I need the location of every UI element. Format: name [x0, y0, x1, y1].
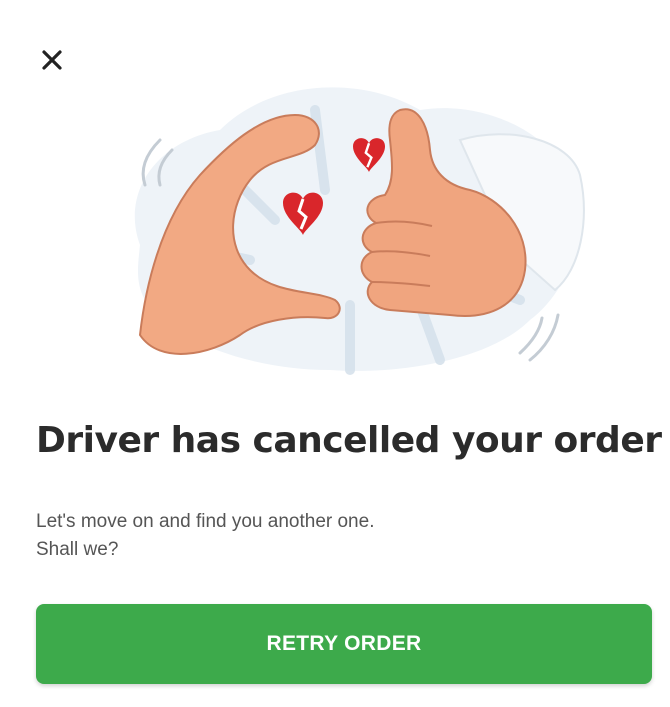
dialog-subtitle: Let's move on and find you another one. … — [36, 508, 636, 564]
subtitle-line-2: Shall we? — [36, 539, 119, 560]
subtitle-line-1: Let's move on and find you another one. — [36, 511, 375, 532]
dialog-title: Driver has cancelled your order — [36, 420, 662, 461]
close-button[interactable] — [30, 38, 74, 82]
cancel-order-dialog: Driver has cancelled your order Let's mo… — [0, 0, 670, 707]
close-icon — [42, 50, 62, 70]
heartbreak-hands-illustration — [134, 87, 585, 375]
retry-order-button[interactable]: RETRY ORDER — [36, 604, 652, 684]
